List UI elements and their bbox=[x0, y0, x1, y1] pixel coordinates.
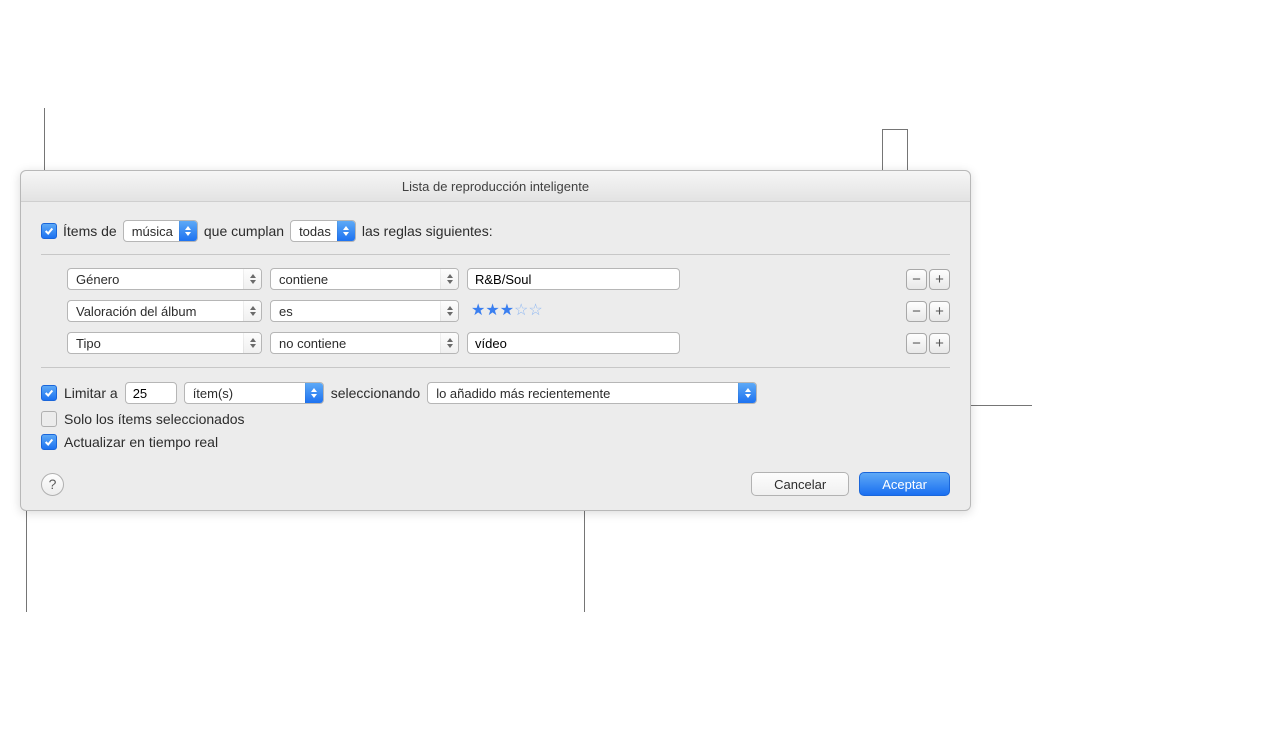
minus-icon: − bbox=[912, 304, 921, 319]
rule-row: Tipo no contiene −+ bbox=[41, 327, 950, 359]
remove-rule-button[interactable]: − bbox=[906, 269, 927, 290]
match-prefix: Ítems de bbox=[63, 223, 117, 239]
ok-label: Aceptar bbox=[882, 477, 927, 492]
remove-rule-button[interactable]: − bbox=[906, 333, 927, 354]
live-update-checkbox[interactable] bbox=[41, 434, 57, 450]
rule-attribute-popup[interactable]: Tipo bbox=[67, 332, 262, 354]
rule-operator-popup[interactable]: contiene bbox=[270, 268, 459, 290]
limit-checkbox[interactable] bbox=[41, 385, 57, 401]
help-icon: ? bbox=[49, 476, 57, 492]
only-selected-label: Solo los ítems seleccionados bbox=[64, 411, 245, 427]
rule-attribute-value: Tipo bbox=[76, 336, 107, 351]
rule-rating[interactable]: ★★★☆☆ bbox=[467, 303, 680, 319]
star-icon[interactable]: ☆ bbox=[528, 303, 542, 319]
limit-selection-popup[interactable]: lo añadido más recientemente bbox=[427, 382, 757, 404]
remove-rule-button[interactable]: − bbox=[906, 301, 927, 322]
live-update-label: Actualizar en tiempo real bbox=[64, 434, 218, 450]
plus-icon: + bbox=[935, 272, 944, 287]
window-title: Lista de reproducción inteligente bbox=[402, 179, 589, 194]
rule-operator-value: es bbox=[279, 304, 299, 319]
chevron-updown-icon bbox=[440, 301, 458, 321]
limit-unit-value: ítem(s) bbox=[193, 386, 239, 401]
minus-icon: − bbox=[912, 336, 921, 351]
match-source-value: música bbox=[132, 224, 179, 239]
rule-value-input[interactable] bbox=[467, 332, 680, 354]
minus-icon: − bbox=[912, 272, 921, 287]
rule-operator-popup[interactable]: no contiene bbox=[270, 332, 459, 354]
cancel-button[interactable]: Cancelar bbox=[751, 472, 849, 496]
limit-by-label: seleccionando bbox=[331, 385, 421, 401]
star-icon[interactable]: ★ bbox=[485, 303, 499, 319]
smart-playlist-dialog: Lista de reproducción inteligente Ítems … bbox=[20, 170, 971, 511]
only-selected-checkbox[interactable] bbox=[41, 411, 57, 427]
rule-row: Valoración del álbumes★★★☆☆−+ bbox=[41, 295, 950, 327]
limit-selection-value: lo añadido más recientemente bbox=[436, 386, 616, 401]
match-line: Ítems de música que cumplan todas las re… bbox=[41, 220, 950, 242]
dialog-content: Ítems de música que cumplan todas las re… bbox=[21, 202, 970, 510]
star-icon[interactable]: ☆ bbox=[514, 303, 528, 319]
callout-line bbox=[26, 494, 27, 612]
ok-button[interactable]: Aceptar bbox=[859, 472, 950, 496]
add-rule-button[interactable]: + bbox=[929, 333, 950, 354]
live-update-row: Actualizar en tiempo real bbox=[41, 434, 950, 450]
add-rule-button[interactable]: + bbox=[929, 269, 950, 290]
rule-attribute-value: Valoración del álbum bbox=[76, 304, 202, 319]
chevron-updown-icon bbox=[305, 383, 323, 403]
match-scope-popup[interactable]: todas bbox=[290, 220, 356, 242]
plus-icon: + bbox=[935, 304, 944, 319]
rules-container: Génerocontiene−+Valoración del álbumes★★… bbox=[41, 254, 950, 368]
chevron-updown-icon bbox=[440, 269, 458, 289]
match-suffix: las reglas siguientes: bbox=[362, 223, 493, 239]
rule-operator-popup[interactable]: es bbox=[270, 300, 459, 322]
chevron-updown-icon bbox=[738, 383, 756, 403]
title-bar: Lista de reproducción inteligente bbox=[21, 171, 970, 202]
rule-attribute-popup[interactable]: Valoración del álbum bbox=[67, 300, 262, 322]
match-source-popup[interactable]: música bbox=[123, 220, 198, 242]
chevron-updown-icon bbox=[440, 333, 458, 353]
limit-row: Limitar a ítem(s) seleccionando lo añadi… bbox=[41, 382, 950, 404]
rule-row: Género contiene −+ bbox=[41, 263, 950, 295]
chevron-updown-icon bbox=[243, 269, 261, 289]
match-scope-value: todas bbox=[299, 224, 337, 239]
rule-attribute-popup[interactable]: Género bbox=[67, 268, 262, 290]
rule-value-input[interactable] bbox=[467, 268, 680, 290]
star-icon[interactable]: ★ bbox=[500, 303, 514, 319]
rule-operator-value: no contiene bbox=[279, 336, 352, 351]
add-rule-button[interactable]: + bbox=[929, 301, 950, 322]
star-icon[interactable]: ★ bbox=[471, 303, 485, 319]
help-button[interactable]: ? bbox=[41, 473, 64, 496]
chevron-updown-icon bbox=[243, 333, 261, 353]
limit-unit-popup[interactable]: ítem(s) bbox=[184, 382, 324, 404]
only-selected-row: Solo los ítems seleccionados bbox=[41, 411, 950, 427]
match-middle: que cumplan bbox=[204, 223, 284, 239]
limit-label: Limitar a bbox=[64, 385, 118, 401]
callout-line bbox=[882, 129, 908, 130]
rule-operator-value: contiene bbox=[279, 272, 334, 287]
chevron-updown-icon bbox=[337, 221, 355, 241]
plus-icon: + bbox=[935, 336, 944, 351]
rule-attribute-value: Género bbox=[76, 272, 125, 287]
chevron-updown-icon bbox=[179, 221, 197, 241]
dialog-footer: ? Cancelar Aceptar bbox=[41, 472, 950, 496]
limit-value-input[interactable] bbox=[125, 382, 177, 404]
match-checkbox[interactable] bbox=[41, 223, 57, 239]
cancel-label: Cancelar bbox=[774, 477, 826, 492]
chevron-updown-icon bbox=[243, 301, 261, 321]
